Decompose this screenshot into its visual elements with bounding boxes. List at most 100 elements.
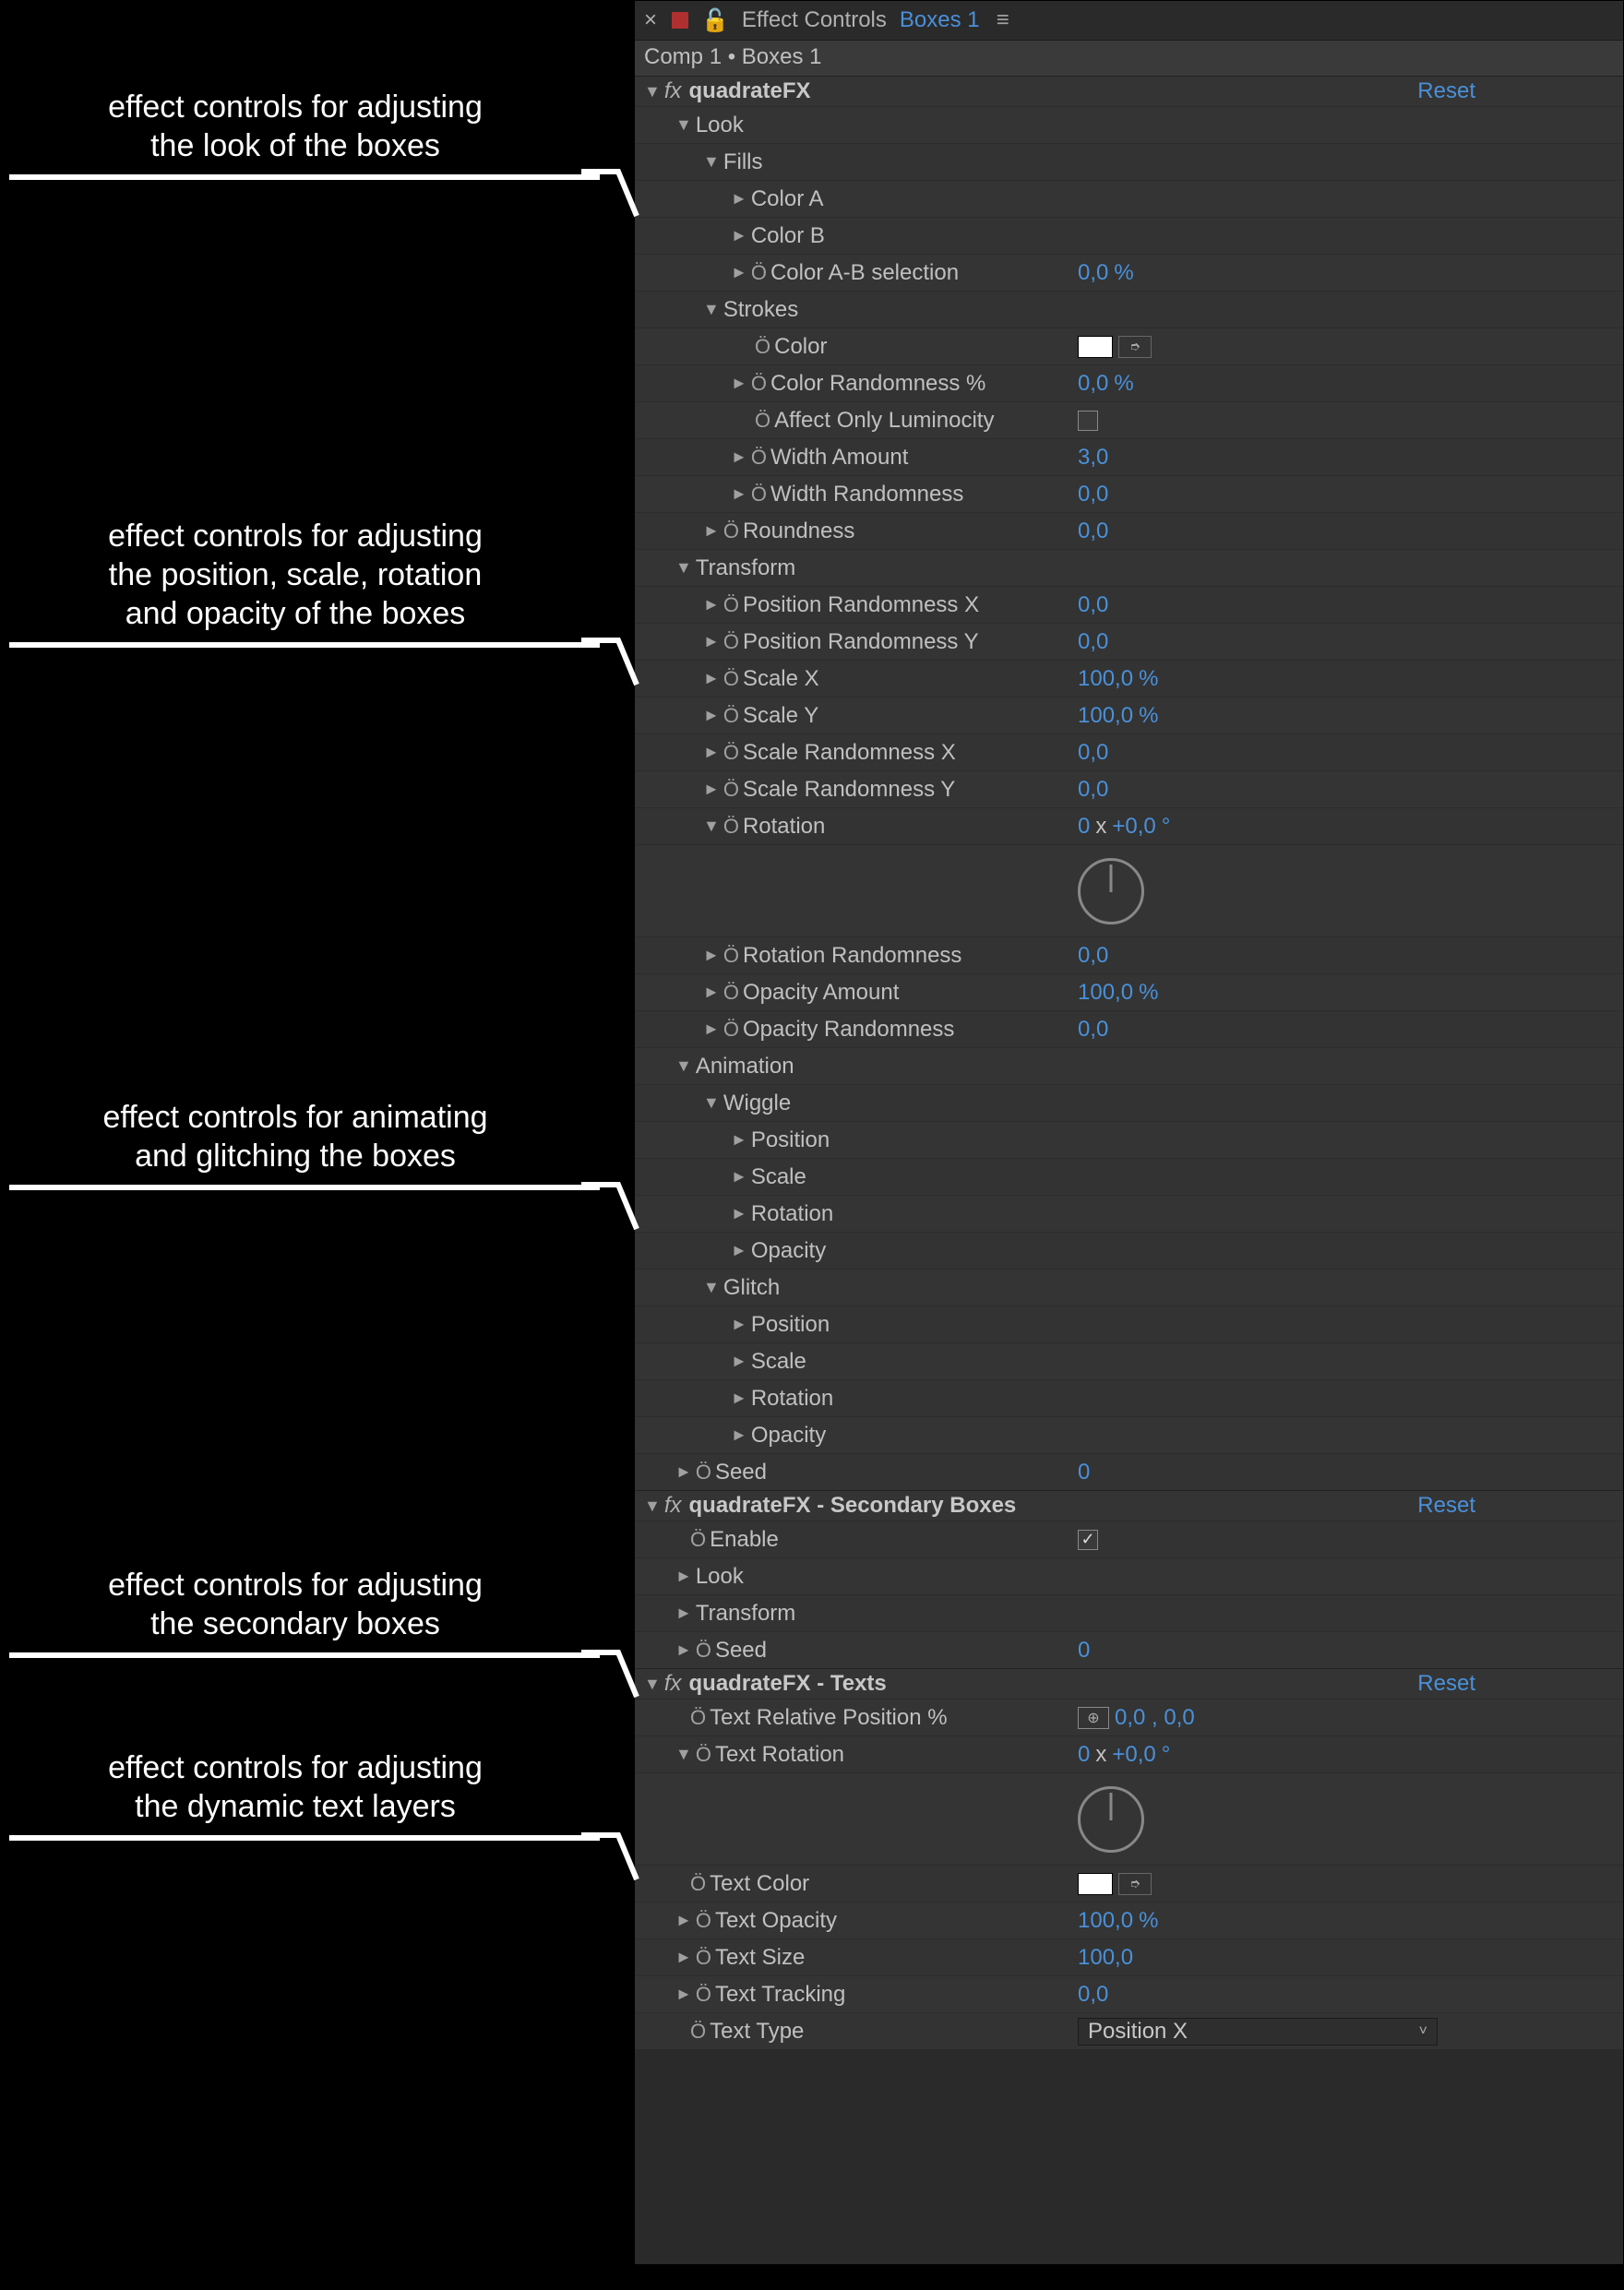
eyedropper-icon[interactable]: ➮ <box>1118 336 1152 358</box>
value[interactable]: 0,0 <box>1078 629 1108 655</box>
prop-wiggle-position[interactable]: ► Position <box>635 1121 1623 1158</box>
twirl-right-icon[interactable]: ► <box>727 374 751 393</box>
stopwatch-icon[interactable]: Ö <box>723 667 743 691</box>
twirl-right-icon[interactable]: ► <box>727 226 751 245</box>
panel-color-swatch[interactable] <box>672 12 688 29</box>
twirl-right-icon[interactable]: ► <box>672 1462 696 1482</box>
group-fills[interactable]: ▼ Fills <box>635 143 1623 180</box>
stopwatch-icon[interactable]: Ö <box>755 409 774 433</box>
text-rotation-dial[interactable] <box>635 1772 1623 1865</box>
value[interactable]: 100,0 <box>1078 703 1133 729</box>
prop-color-b[interactable]: ► Color B <box>635 217 1623 254</box>
prop-scale-rand-y[interactable]: ► Ö Scale Randomness Y 0,0 <box>635 770 1623 807</box>
value[interactable]: 100,0 <box>1078 1945 1133 1971</box>
value[interactable]: 0,0 <box>1078 777 1108 803</box>
twirl-right-icon[interactable]: ► <box>699 521 723 541</box>
twirl-down-icon[interactable]: ▼ <box>644 82 664 101</box>
value[interactable]: 0 <box>1078 1460 1090 1485</box>
twirl-down-icon[interactable]: ▼ <box>644 1497 664 1516</box>
prop-color-randomness[interactable]: ► Ö Color Randomness % 0,0% <box>635 364 1623 401</box>
twirl-right-icon[interactable]: ► <box>727 1352 751 1371</box>
value[interactable]: 3,0 <box>1078 445 1108 471</box>
prop-text-relative-position[interactable]: Ö Text Relative Position % ⊕ 0,0 , 0,0 <box>635 1699 1623 1735</box>
panel-layer-name[interactable]: Boxes 1 <box>900 7 980 33</box>
point-control-icon[interactable]: ⊕ <box>1078 1707 1109 1729</box>
stopwatch-icon[interactable]: Ö <box>723 815 743 839</box>
twirl-down-icon[interactable]: ▼ <box>699 1093 723 1113</box>
prop-opacity-amount[interactable]: ► Ö Opacity Amount 100,0% <box>635 973 1623 1010</box>
twirl-right-icon[interactable]: ► <box>727 263 751 282</box>
lock-icon[interactable]: 🔓 <box>701 7 729 34</box>
twirl-down-icon[interactable]: ▼ <box>644 1675 664 1694</box>
dial-icon[interactable] <box>1078 1786 1144 1853</box>
twirl-right-icon[interactable]: ► <box>672 1911 696 1930</box>
checkbox[interactable] <box>1078 411 1098 431</box>
prop-opacity-randomness[interactable]: ► Ö Opacity Randomness 0,0 <box>635 1010 1623 1047</box>
prop-scale-rand-x[interactable]: ► Ö Scale Randomness X 0,0 <box>635 734 1623 770</box>
twirl-down-icon[interactable]: ▼ <box>672 1745 696 1764</box>
color-swatch[interactable] <box>1078 1873 1113 1895</box>
stopwatch-icon[interactable]: Ö <box>723 519 743 543</box>
twirl-right-icon[interactable]: ► <box>699 706 723 725</box>
panel-menu-icon[interactable]: ≡ <box>997 7 1009 33</box>
stopwatch-icon[interactable]: Ö <box>723 778 743 802</box>
prop-text-type[interactable]: Ö Text Type Position X ˅ <box>635 2012 1623 2049</box>
twirl-right-icon[interactable]: ► <box>699 983 723 1002</box>
group-transform-2[interactable]: ► Transform <box>635 1594 1623 1631</box>
rotation-degrees[interactable]: +0,0 <box>1112 814 1155 840</box>
prop-glitch-rotation[interactable]: ► Rotation <box>635 1379 1623 1416</box>
prop-wiggle-scale[interactable]: ► Scale <box>635 1158 1623 1195</box>
twirl-down-icon[interactable]: ▼ <box>699 152 723 172</box>
effect-quadratefx-header[interactable]: ▼ fx quadrateFX Reset <box>635 76 1623 106</box>
stopwatch-icon[interactable]: Ö <box>723 704 743 728</box>
prop-text-size[interactable]: ► Ö Text Size 100,0 <box>635 1938 1623 1975</box>
rotation-dial[interactable] <box>635 844 1623 936</box>
value[interactable]: 0,0 <box>1078 740 1108 766</box>
twirl-right-icon[interactable]: ► <box>699 743 723 762</box>
rotation-turns[interactable]: 0 <box>1078 814 1090 840</box>
twirl-down-icon[interactable]: ▼ <box>672 115 696 135</box>
group-animation[interactable]: ▼ Animation <box>635 1047 1623 1084</box>
stopwatch-icon[interactable]: Ö <box>751 372 770 396</box>
twirl-right-icon[interactable]: ► <box>727 1315 751 1334</box>
value[interactable]: 0,0 <box>1078 1017 1108 1043</box>
stopwatch-icon[interactable]: Ö <box>696 1639 715 1663</box>
stopwatch-icon[interactable]: Ö <box>723 741 743 765</box>
value[interactable]: 0,0 <box>1078 519 1108 544</box>
group-strokes[interactable]: ▼ Strokes <box>635 291 1623 328</box>
prop-pos-rand-y[interactable]: ► Ö Position Randomness Y 0,0 <box>635 623 1623 660</box>
stopwatch-icon[interactable]: Ö <box>696 1461 715 1485</box>
twirl-right-icon[interactable]: ► <box>727 1204 751 1223</box>
group-transform[interactable]: ▼ Transform <box>635 549 1623 586</box>
prop-text-tracking[interactable]: ► Ö Text Tracking 0,0 <box>635 1975 1623 2012</box>
stopwatch-icon[interactable]: Ö <box>690 1528 710 1552</box>
prop-text-rotation[interactable]: ▼ Ö Text Rotation 0 x +0,0 ° <box>635 1735 1623 1772</box>
prop-rotation-randomness[interactable]: ► Ö Rotation Randomness 0,0 <box>635 936 1623 973</box>
value[interactable]: 100,0 <box>1078 666 1133 692</box>
value[interactable]: 0 <box>1078 1638 1090 1664</box>
stopwatch-icon[interactable]: Ö <box>755 335 774 359</box>
reset-button[interactable]: Reset <box>1417 1671 1614 1697</box>
twirl-right-icon[interactable]: ► <box>727 1389 751 1408</box>
group-look[interactable]: ▼ Look <box>635 106 1623 143</box>
prop-enable[interactable]: Ö Enable ✓ <box>635 1521 1623 1557</box>
prop-pos-rand-x[interactable]: ► Ö Position Randomness X 0,0 <box>635 586 1623 623</box>
prop-text-color[interactable]: Ö Text Color ➮ <box>635 1865 1623 1902</box>
effect-texts-header[interactable]: ▼ fx quadrateFX - Texts Reset <box>635 1668 1623 1699</box>
prop-rotation[interactable]: ▼ Ö Rotation 0 x +0,0 ° <box>635 807 1623 844</box>
prop-glitch-opacity[interactable]: ► Opacity <box>635 1416 1623 1453</box>
effect-secondary-boxes-header[interactable]: ▼ fx quadrateFX - Secondary Boxes Reset <box>635 1490 1623 1521</box>
twirl-down-icon[interactable]: ▼ <box>672 558 696 578</box>
close-icon[interactable]: × <box>644 7 657 33</box>
twirl-right-icon[interactable]: ► <box>727 447 751 467</box>
prop-seed-2[interactable]: ► Ö Seed 0 <box>635 1631 1623 1668</box>
twirl-right-icon[interactable]: ► <box>672 1567 696 1586</box>
stopwatch-icon[interactable]: Ö <box>723 1018 743 1042</box>
twirl-right-icon[interactable]: ► <box>699 1020 723 1039</box>
stopwatch-icon[interactable]: Ö <box>751 446 770 470</box>
prop-color-a[interactable]: ► Color A <box>635 180 1623 217</box>
stopwatch-icon[interactable]: Ö <box>690 1872 710 1896</box>
twirl-down-icon[interactable]: ▼ <box>699 817 723 836</box>
stopwatch-icon[interactable]: Ö <box>723 944 743 968</box>
reset-button[interactable]: Reset <box>1417 1493 1614 1519</box>
